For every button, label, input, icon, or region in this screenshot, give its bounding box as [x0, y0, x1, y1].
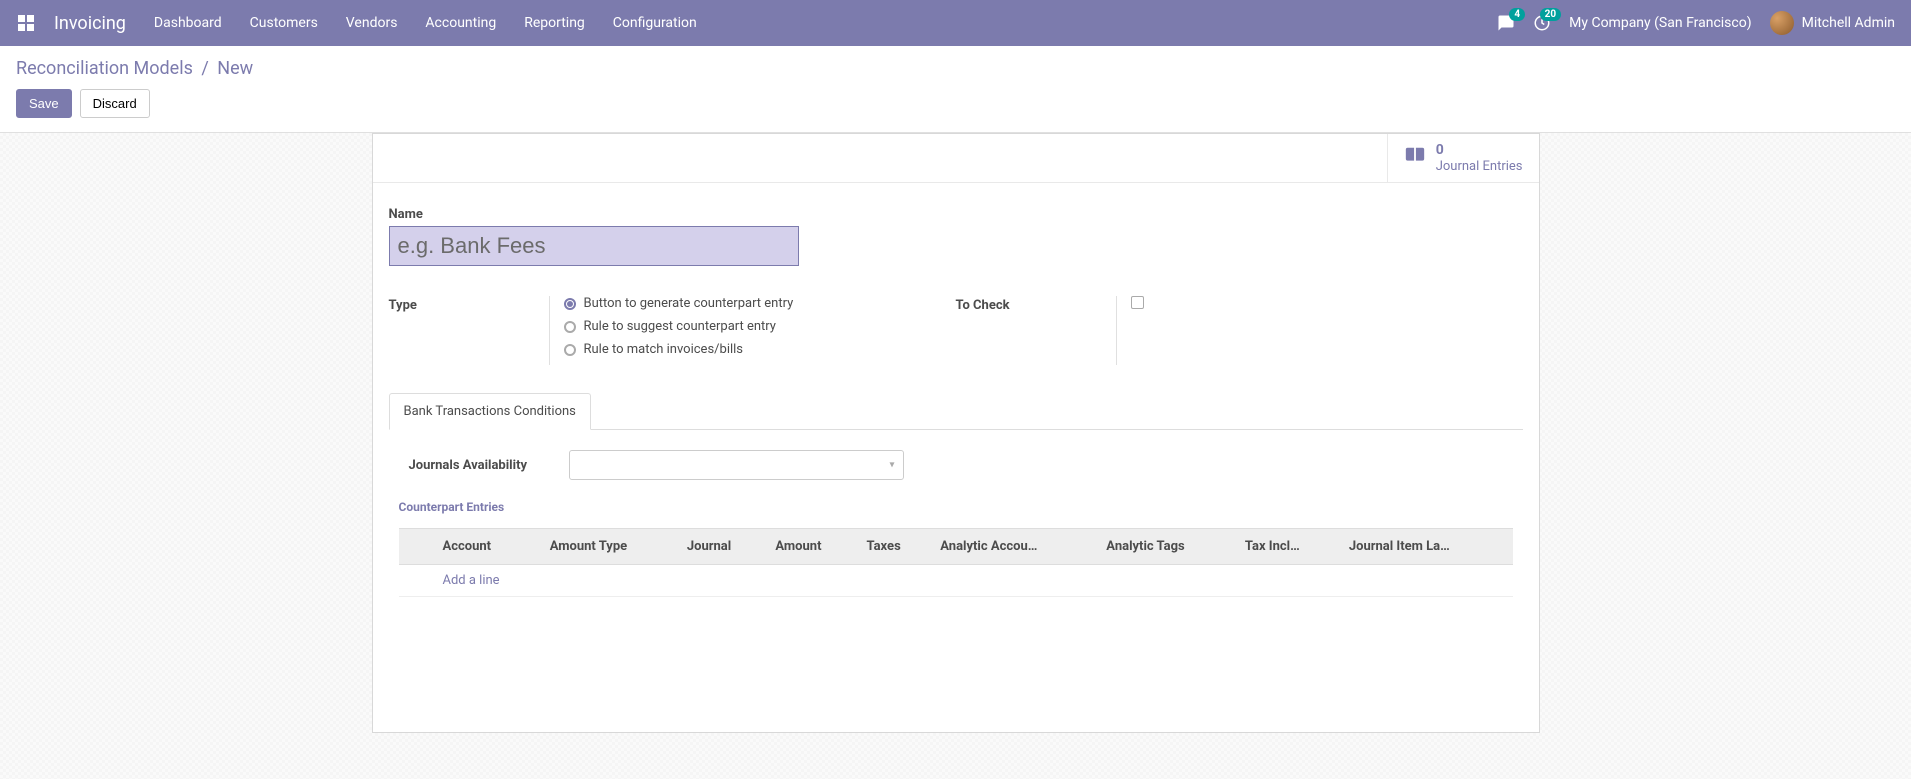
breadcrumb-current: New: [217, 58, 253, 79]
control-buttons: Save Discard: [16, 89, 1895, 118]
breadcrumb-parent[interactable]: Reconciliation Models: [16, 58, 193, 79]
chevron-down-icon: ▾: [889, 460, 894, 471]
name-label: Name: [389, 207, 1523, 222]
name-input[interactable]: [389, 226, 799, 266]
menu-customers[interactable]: Customers: [250, 15, 318, 31]
user-name: Mitchell Admin: [1802, 15, 1895, 31]
radio-unchecked-icon: [564, 344, 576, 356]
stat-label: Journal Entries: [1436, 159, 1523, 175]
company-switcher[interactable]: My Company (San Francisco): [1569, 15, 1751, 31]
top-nav: Invoicing Dashboard Customers Vendors Ac…: [0, 0, 1911, 46]
to-check-checkbox[interactable]: [1131, 296, 1144, 309]
col-account[interactable]: Account: [435, 529, 542, 565]
col-taxes[interactable]: Taxes: [859, 529, 933, 565]
messages-badge: 4: [1509, 8, 1525, 21]
col-amount[interactable]: Amount: [767, 529, 858, 565]
messages-icon[interactable]: 4: [1497, 14, 1515, 32]
activities-badge: 20: [1540, 8, 1561, 21]
tab-bank-conditions[interactable]: Bank Transactions Conditions: [389, 393, 591, 430]
apps-icon[interactable]: [16, 13, 36, 33]
activities-icon[interactable]: 20: [1533, 14, 1551, 32]
counterpart-section-title: Counterpart Entries: [399, 500, 1513, 514]
type-option-label: Rule to suggest counterpart entry: [584, 319, 776, 334]
book-icon: [1404, 145, 1426, 171]
type-radio-writeoff-button[interactable]: Button to generate counterpart entry: [564, 296, 956, 311]
user-menu[interactable]: Mitchell Admin: [1770, 11, 1895, 35]
control-panel: Reconciliation Models / New Save Discard: [0, 46, 1911, 133]
type-option-label: Button to generate counterpart entry: [584, 296, 794, 311]
menu-vendors[interactable]: Vendors: [346, 15, 398, 31]
col-journal-item-label[interactable]: Journal Item La…: [1341, 529, 1513, 565]
breadcrumb-separator: /: [201, 58, 208, 79]
col-tax-included[interactable]: Tax Incl…: [1237, 529, 1341, 565]
tab-content: Journals Availability ▾ Counterpart Entr…: [389, 430, 1523, 617]
type-option-label: Rule to match invoices/bills: [584, 342, 744, 357]
counterpart-entries-table: Account Amount Type Journal Amount Taxes…: [399, 528, 1513, 597]
journal-entries-stat-button[interactable]: 0 Journal Entries: [1387, 134, 1539, 182]
nav-right: 4 20 My Company (San Francisco) Mitchell…: [1497, 11, 1895, 35]
journals-availability-input[interactable]: ▾: [569, 450, 904, 480]
menu-dashboard[interactable]: Dashboard: [154, 15, 222, 31]
col-analytic-tags[interactable]: Analytic Tags: [1098, 529, 1237, 565]
content-area[interactable]: 0 Journal Entries Name Type Button to ge…: [0, 133, 1911, 779]
button-box: 0 Journal Entries: [373, 134, 1539, 183]
journals-availability-label: Journals Availability: [399, 458, 539, 473]
col-handle: [399, 529, 435, 565]
table-row: Add a line: [399, 565, 1513, 597]
avatar-icon: [1770, 11, 1794, 35]
col-analytic-account[interactable]: Analytic Accou…: [932, 529, 1098, 565]
col-journal[interactable]: Journal: [679, 529, 768, 565]
tab-bar: Bank Transactions Conditions: [389, 393, 1523, 430]
discard-button[interactable]: Discard: [80, 89, 150, 118]
save-button[interactable]: Save: [16, 89, 72, 118]
stat-value: 0: [1436, 142, 1523, 159]
app-brand[interactable]: Invoicing: [54, 13, 126, 34]
type-radio-suggestion[interactable]: Rule to suggest counterpart entry: [564, 319, 956, 334]
radio-unchecked-icon: [564, 321, 576, 333]
radio-checked-icon: [564, 298, 576, 310]
add-line-link[interactable]: Add a line: [443, 573, 500, 588]
form-sheet: 0 Journal Entries Name Type Button to ge…: [372, 133, 1540, 733]
main-menu: Dashboard Customers Vendors Accounting R…: [154, 15, 1497, 31]
menu-configuration[interactable]: Configuration: [613, 15, 697, 31]
type-label: Type: [389, 296, 549, 365]
to-check-label: To Check: [956, 296, 1116, 365]
col-amount-type[interactable]: Amount Type: [542, 529, 679, 565]
menu-reporting[interactable]: Reporting: [524, 15, 585, 31]
breadcrumb: Reconciliation Models / New: [16, 58, 1895, 79]
menu-accounting[interactable]: Accounting: [425, 15, 496, 31]
type-radio-invoice-matching[interactable]: Rule to match invoices/bills: [564, 342, 956, 357]
